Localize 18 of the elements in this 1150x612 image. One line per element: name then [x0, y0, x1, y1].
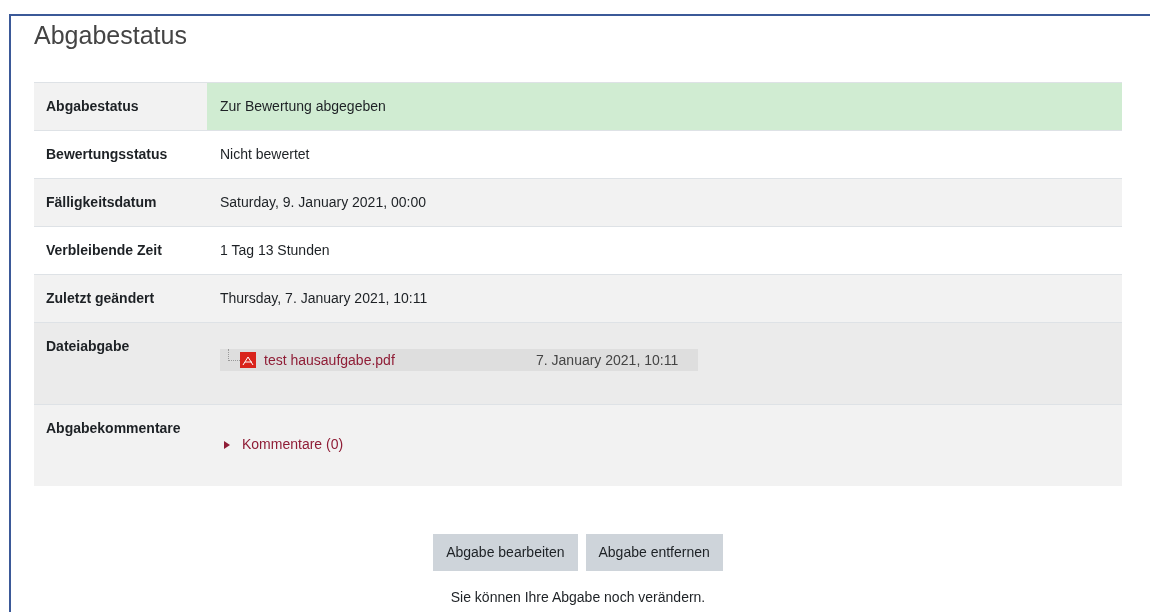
row-value: Saturday, 9. January 2021, 00:00 [207, 178, 1122, 226]
page-heading: Abgabestatus [34, 20, 188, 50]
status-cell: Zur Bewertung abgegeben [207, 82, 1122, 130]
action-button[interactable]: Abgabe entfernen [585, 534, 723, 571]
row-label: Abgabestatus [46, 98, 139, 114]
file-link[interactable]: test hausaufgabe.pdf [264, 350, 536, 370]
info-text: Sie können Ihre Abgabe noch verändern. [450, 589, 706, 605]
row-label: Fälligkeitsdatum [46, 194, 157, 210]
row-label: Abgabekommentare [46, 420, 181, 436]
row-label: Bewertungsstatus [46, 146, 168, 162]
row-value: Thursday, 7. January 2021, 10:11 [207, 274, 1122, 322]
comments-link[interactable]: Kommentare (0) [242, 435, 344, 454]
row-label: Zuletzt geändert [46, 290, 155, 306]
file-date: 7. January 2021, 10:11 [536, 350, 679, 370]
action-button[interactable]: Abgabe bearbeiten [433, 534, 578, 571]
row-label: Verbleibende Zeit [46, 242, 162, 258]
pdf-icon [240, 352, 256, 368]
row-label: Dateiabgabe [46, 338, 130, 354]
